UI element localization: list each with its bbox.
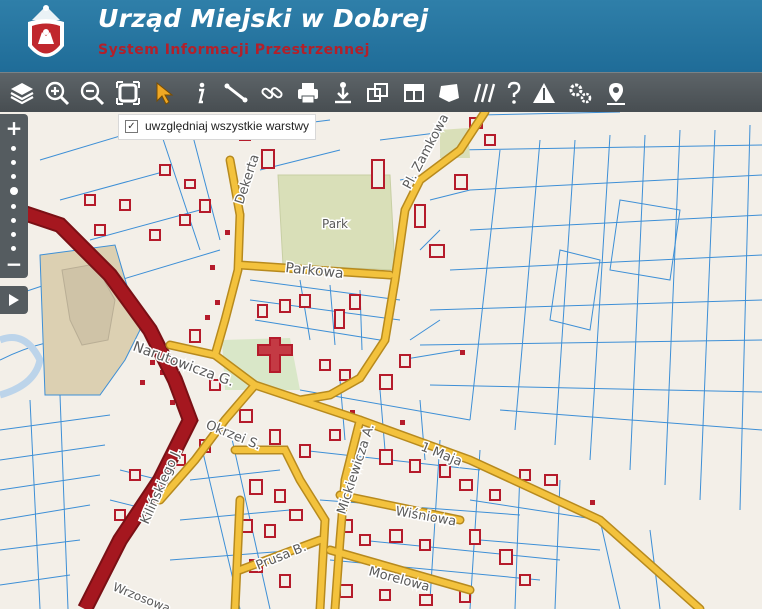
zoom-level-dot[interactable] bbox=[11, 160, 16, 165]
print-icon bbox=[298, 83, 318, 104]
measure-distance-icon bbox=[224, 83, 248, 103]
settings-icon bbox=[569, 83, 592, 104]
zoom-level-dot[interactable] bbox=[11, 232, 16, 237]
copy-icon bbox=[367, 83, 388, 102]
help-icon bbox=[507, 81, 521, 104]
copy-button[interactable] bbox=[362, 77, 394, 109]
select-pointer-icon bbox=[156, 81, 174, 105]
full-extent-button[interactable] bbox=[112, 77, 144, 109]
layout-icon bbox=[404, 84, 424, 102]
download-button[interactable] bbox=[327, 77, 359, 109]
zoom-level-dot[interactable] bbox=[11, 174, 16, 179]
zoom-out-icon bbox=[80, 81, 105, 106]
all-layers-label: uwzględniaj wszystkie warstwy bbox=[145, 119, 310, 133]
hatch-icon bbox=[473, 83, 496, 103]
panel-expand-button[interactable] bbox=[0, 286, 28, 314]
hatch-button[interactable] bbox=[468, 77, 500, 109]
label-park: Park bbox=[322, 217, 348, 231]
help-button[interactable] bbox=[498, 77, 530, 109]
zoom-level-dot[interactable] bbox=[11, 246, 16, 251]
info-icon bbox=[198, 82, 205, 104]
zoom-slider-plus-button[interactable]: + bbox=[4, 118, 24, 138]
full-extent-icon bbox=[116, 81, 140, 105]
map-canvas[interactable]: Park Parkowa Dekerta Pl. Zamkowa Narutow… bbox=[0, 112, 762, 609]
zoom-slider[interactable]: + − bbox=[0, 114, 28, 278]
map-toolbar bbox=[0, 72, 762, 113]
play-arrow-icon bbox=[9, 294, 19, 306]
layout-button[interactable] bbox=[398, 77, 430, 109]
zoom-slider-minus-button[interactable]: − bbox=[4, 254, 24, 274]
print-button[interactable] bbox=[292, 77, 324, 109]
zoom-level-dot[interactable] bbox=[11, 218, 16, 223]
app-title: Urząd Miejski w Dobrej bbox=[98, 4, 429, 33]
location-button[interactable] bbox=[600, 77, 632, 109]
all-layers-checkbox[interactable]: ✓ bbox=[125, 120, 138, 133]
location-pin-icon bbox=[607, 83, 625, 105]
measure-area-icon bbox=[439, 84, 459, 102]
app-header: Urząd Miejski w Dobrej System Informacji… bbox=[0, 0, 762, 72]
link-button[interactable] bbox=[256, 77, 288, 109]
zoom-level-dot[interactable] bbox=[11, 204, 16, 209]
triangle-tool-button[interactable] bbox=[528, 77, 560, 109]
layer-toggle[interactable]: ✓ uwzględniaj wszystkie warstwy bbox=[118, 114, 316, 140]
app-subtitle: System Informacji Przestrzennej bbox=[98, 42, 370, 58]
zoom-out-button[interactable] bbox=[76, 77, 108, 109]
measure-distance-button[interactable] bbox=[220, 77, 252, 109]
layers-icon bbox=[10, 83, 34, 105]
zoom-level-dot[interactable] bbox=[11, 146, 16, 151]
download-icon bbox=[335, 82, 351, 104]
coat-of-arms-icon bbox=[28, 5, 64, 57]
zoom-in-icon bbox=[45, 81, 70, 106]
measure-area-button[interactable] bbox=[433, 77, 465, 109]
triangle-tool-icon bbox=[533, 83, 555, 103]
zoom-in-button[interactable] bbox=[41, 77, 73, 109]
zoom-level-handle[interactable] bbox=[10, 187, 18, 195]
layers-button[interactable] bbox=[6, 77, 38, 109]
settings-button[interactable] bbox=[564, 77, 596, 109]
link-icon bbox=[261, 87, 283, 99]
info-button[interactable] bbox=[184, 77, 216, 109]
map-view[interactable]: Park Parkowa Dekerta Pl. Zamkowa Narutow… bbox=[0, 112, 762, 609]
select-button[interactable] bbox=[148, 77, 180, 109]
